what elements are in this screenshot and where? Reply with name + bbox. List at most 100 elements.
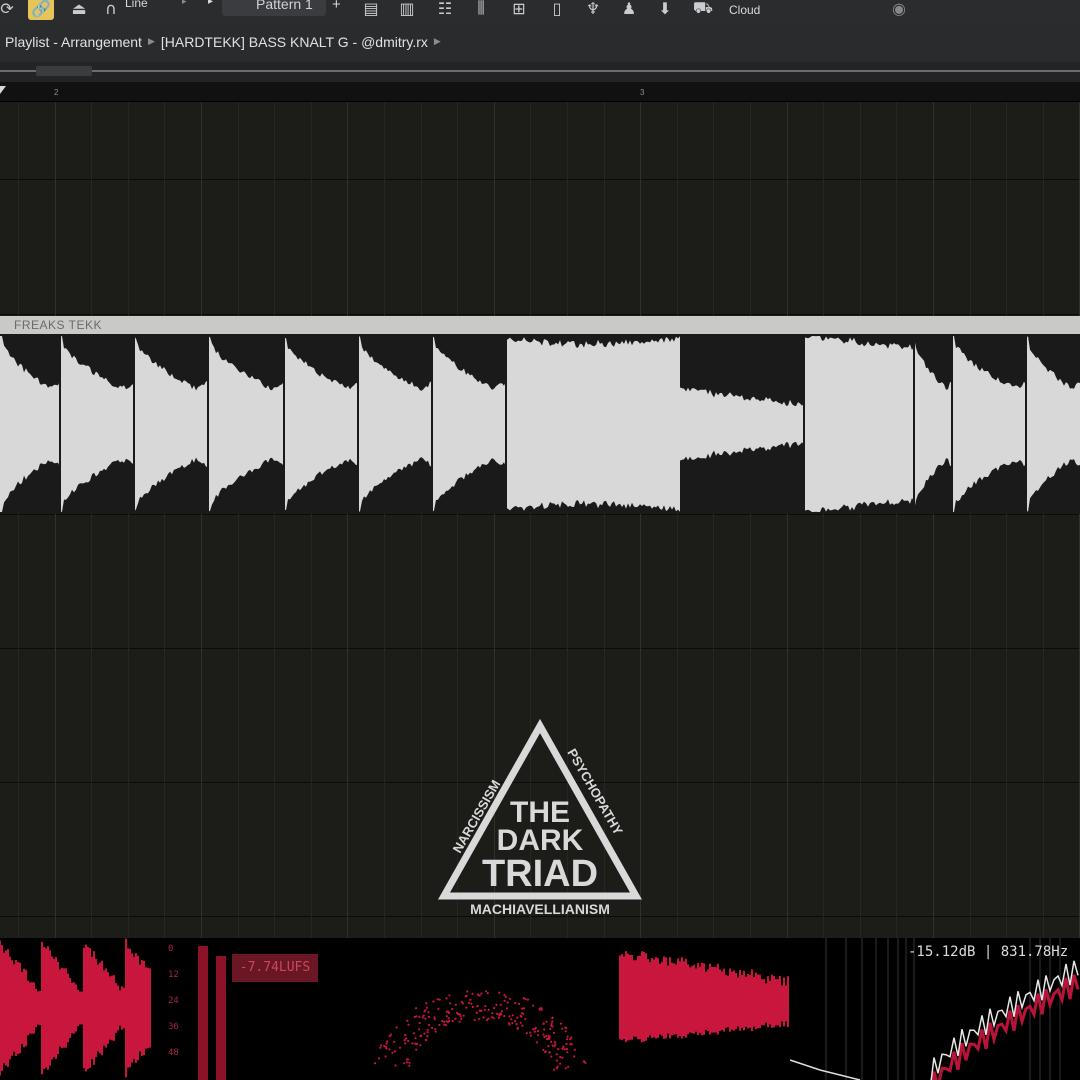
stereo-dot (518, 1003, 520, 1005)
stereo-dot (411, 1042, 413, 1044)
stereo-dot (557, 1048, 559, 1050)
stereo-dot (438, 1024, 440, 1026)
link-icon[interactable]: 🔗 (28, 0, 54, 20)
stereo-dot (583, 1060, 585, 1062)
stereo-dot (448, 1017, 450, 1019)
touch-keyboard-icon[interactable]: ♟ (616, 0, 642, 20)
scope-middle (620, 951, 788, 1042)
stereo-dot (460, 1018, 462, 1020)
stereo-dot (427, 1031, 429, 1033)
cloud-label[interactable]: Cloud (729, 3, 760, 17)
logo-machiavellianism: MACHIAVELLIANISM (470, 901, 610, 917)
stereo-dot (484, 1009, 486, 1011)
stereo-dot (408, 1065, 410, 1067)
magnet-icon[interactable]: ∩ (98, 0, 124, 20)
meter-scale-label: 48 (168, 1048, 179, 1058)
stereo-dot (449, 1002, 451, 1004)
download-icon[interactable]: ⬇ (652, 0, 678, 20)
stereo-dot (408, 1062, 410, 1064)
stereo-dot (486, 1019, 488, 1021)
playhead-marker-icon[interactable] (0, 86, 6, 94)
stereo-dot (445, 1024, 447, 1026)
stamp-icon[interactable]: ⏏ (66, 0, 92, 20)
stereo-dot (487, 992, 489, 994)
stereo-dot (403, 1062, 405, 1064)
stereo-dot (520, 1016, 522, 1018)
stereo-dot (468, 1002, 470, 1004)
scope-left (0, 939, 150, 1078)
audio-clip-header[interactable]: FREAKS TEKK (0, 316, 1080, 334)
cart-icon[interactable]: ⛟ (690, 0, 716, 20)
globe-icon[interactable]: ◉ (886, 0, 912, 20)
stereo-dot (463, 1015, 465, 1017)
stereo-dot (556, 1053, 558, 1055)
grid-line (164, 102, 165, 938)
breadcrumb-project[interactable]: [HARDTEKK] BASS KNALT G - @dmitry.rx (161, 34, 428, 50)
stereo-dot (413, 1032, 415, 1034)
stereo-dot (406, 1058, 408, 1060)
transient-marker (1025, 334, 1027, 514)
stereo-dot (419, 1022, 421, 1024)
stereo-dot (554, 1043, 556, 1045)
stereo-dot (454, 1018, 456, 1020)
audio-clip-name: FREAKS TEKK (14, 318, 102, 332)
add-pattern-button[interactable]: + (332, 0, 341, 13)
stereo-dot (393, 1041, 395, 1043)
stereo-dot (459, 1013, 461, 1015)
transient-marker (207, 334, 209, 514)
stereo-dot (550, 1025, 552, 1027)
refresh-icon[interactable]: ⟳ (0, 0, 20, 20)
pattern-selector[interactable]: Pattern 1 (222, 0, 326, 16)
snap-select[interactable]: Line (125, 0, 148, 10)
stereo-dot (523, 1007, 525, 1009)
mixer-icon[interactable]: ⫼ (468, 0, 494, 20)
stereo-dot (426, 1035, 428, 1037)
stereo-dot (455, 1004, 457, 1006)
document-icon[interactable]: ▯ (544, 0, 570, 20)
stereo-dot (534, 1027, 536, 1029)
stereo-dot (471, 993, 473, 995)
grid-line (238, 102, 239, 938)
stereo-dot (466, 995, 468, 997)
stereo-dot (407, 1040, 409, 1042)
stereo-dot (545, 1035, 547, 1037)
stereo-dot (415, 1043, 417, 1045)
stereo-dot (424, 1017, 426, 1019)
stereo-dot (383, 1045, 385, 1047)
stereo-dot (508, 1022, 510, 1024)
stereo-dot (559, 1056, 561, 1058)
stereo-dot (506, 1007, 508, 1009)
stereo-dot (503, 1015, 505, 1017)
stereo-dot (456, 1012, 458, 1014)
pattern-prev-icon[interactable]: ▸ (208, 0, 213, 7)
piano-roll-icon[interactable]: ▥ (394, 0, 420, 20)
stereo-dot (406, 1061, 408, 1063)
horizontal-scrollbar[interactable] (0, 62, 1080, 82)
grid-line (347, 102, 348, 938)
waveform-graphic (0, 334, 1080, 514)
stereo-dot (445, 997, 447, 999)
snap-arrow-icon[interactable]: ▸ (182, 0, 187, 7)
stereo-dot (424, 1009, 426, 1011)
browser-icon[interactable]: ⊞ (506, 0, 532, 20)
scroll-thumb[interactable] (36, 66, 92, 76)
scroll-track (0, 70, 1080, 72)
stereo-dot (517, 1028, 519, 1030)
plugin-icon[interactable]: ♆ (580, 0, 606, 20)
grid-line (713, 102, 714, 938)
stereo-dot (388, 1048, 390, 1050)
transient-marker (133, 334, 135, 514)
lufs-readout: -7.74LUFS (232, 954, 318, 982)
playlist-icon[interactable]: ▤ (358, 0, 384, 20)
stereo-dot (448, 1012, 450, 1014)
grid-line (823, 102, 824, 938)
timeline-ruler[interactable]: 2 3 (0, 82, 1080, 102)
transient-marker (431, 334, 433, 514)
meter-scale-label: 24 (168, 996, 179, 1006)
stereo-dot (551, 1023, 553, 1025)
channel-rack-icon[interactable]: ☷ (432, 0, 458, 20)
stereo-dot (569, 1043, 571, 1045)
breadcrumb-playlist[interactable]: Playlist - Arrangement (5, 34, 142, 50)
audio-clip-waveform[interactable] (0, 334, 1080, 514)
stereo-dot (441, 1020, 443, 1022)
